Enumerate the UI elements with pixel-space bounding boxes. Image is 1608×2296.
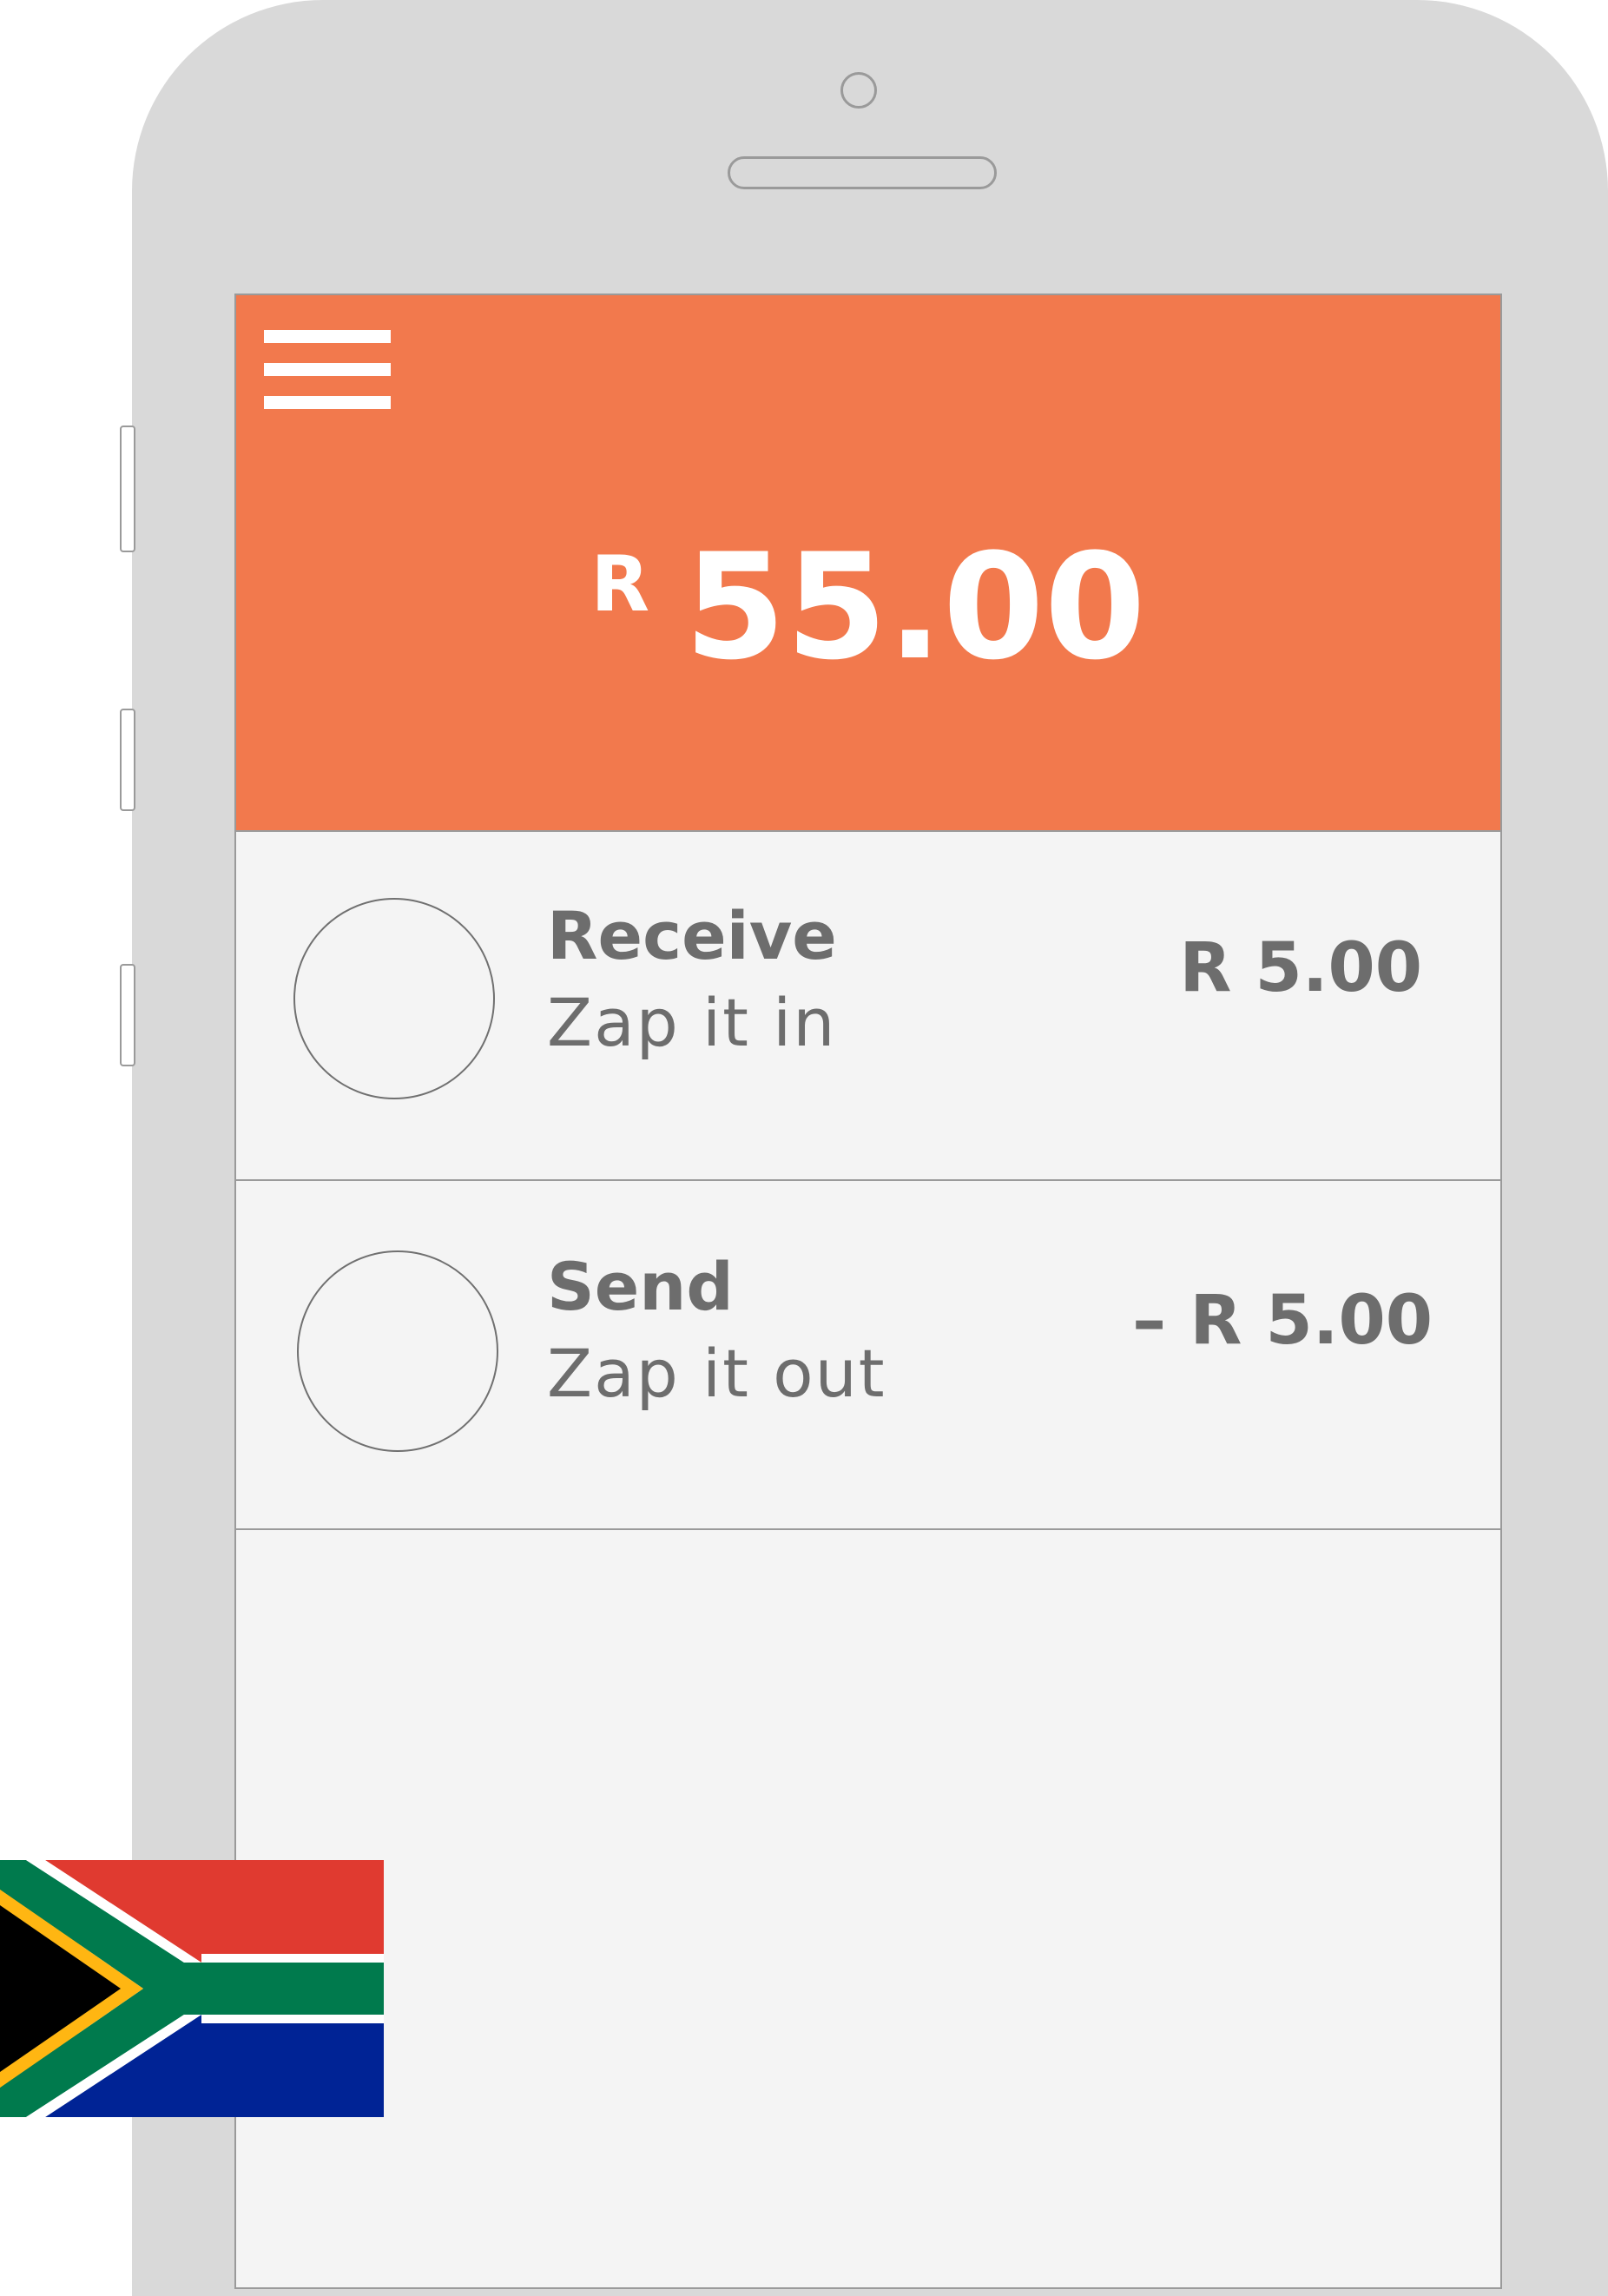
receive-title: Receive — [547, 897, 837, 974]
transaction-row-receive[interactable]: Receive Zap it in R 5.00 — [236, 832, 1500, 1181]
hamburger-menu-icon[interactable] — [264, 327, 391, 413]
mute-switch — [120, 426, 135, 552]
send-avatar — [297, 1250, 498, 1452]
volume-down-button — [120, 964, 135, 1066]
south-africa-flag-icon — [0, 1860, 384, 2117]
send-title: Send — [547, 1248, 734, 1325]
balance-currency: R — [590, 539, 650, 629]
balance-amount: 55.00 — [684, 522, 1146, 692]
volume-up-button — [120, 709, 135, 811]
receive-amount: R 5.00 — [1179, 929, 1422, 1007]
camera-icon — [840, 72, 877, 109]
speaker-grille — [728, 156, 997, 189]
send-subtitle: Zap it out — [547, 1335, 886, 1412]
app-screen: R 55.00 Receive Zap it in R 5.00 Send Zap… — [234, 294, 1502, 2289]
receive-subtitle: Zap it in — [547, 984, 837, 1061]
receive-avatar — [293, 898, 495, 1099]
transaction-row-send[interactable]: Send Zap it out – R 5.00 — [236, 1181, 1500, 1530]
balance-display: R 55.00 — [236, 534, 1500, 680]
balance-header: R 55.00 — [236, 295, 1500, 832]
send-amount: – R 5.00 — [1132, 1282, 1433, 1360]
